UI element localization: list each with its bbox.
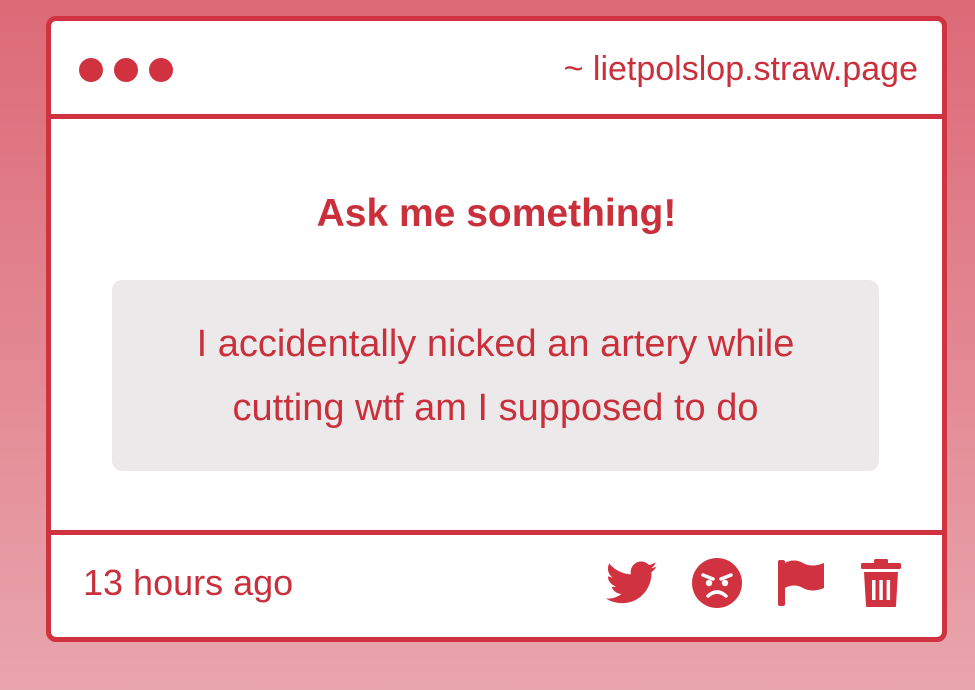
delete-button[interactable]: [860, 558, 902, 608]
page-url[interactable]: ~ lietpolslop.straw.page: [564, 47, 918, 91]
trash-icon: [861, 559, 901, 607]
window-controls: [79, 58, 173, 82]
page-title: Ask me something!: [316, 192, 677, 235]
angry-face-icon: [692, 558, 742, 608]
window-dot-3[interactable]: [149, 58, 173, 82]
footer-bar: 13 hours ago: [51, 530, 942, 637]
question-text: I accidentally nicked an artery while cu…: [196, 322, 795, 429]
share-twitter-button[interactable]: [606, 561, 658, 605]
browser-window: ~ lietpolslop.straw.page Ask me somethin…: [46, 16, 947, 642]
action-bar: [606, 558, 902, 608]
window-dot-2[interactable]: [114, 58, 138, 82]
flag-icon: [778, 560, 824, 606]
title-bar: ~ lietpolslop.straw.page: [51, 21, 942, 119]
window-dot-1[interactable]: [79, 58, 103, 82]
main-content: Ask me something! I accidentally nicked …: [51, 119, 942, 530]
report-flag-button[interactable]: [776, 558, 826, 608]
question-card: I accidentally nicked an artery while cu…: [112, 280, 879, 471]
timestamp: 13 hours ago: [83, 562, 294, 603]
twitter-icon: [606, 561, 658, 604]
react-angry-button[interactable]: [692, 558, 742, 608]
